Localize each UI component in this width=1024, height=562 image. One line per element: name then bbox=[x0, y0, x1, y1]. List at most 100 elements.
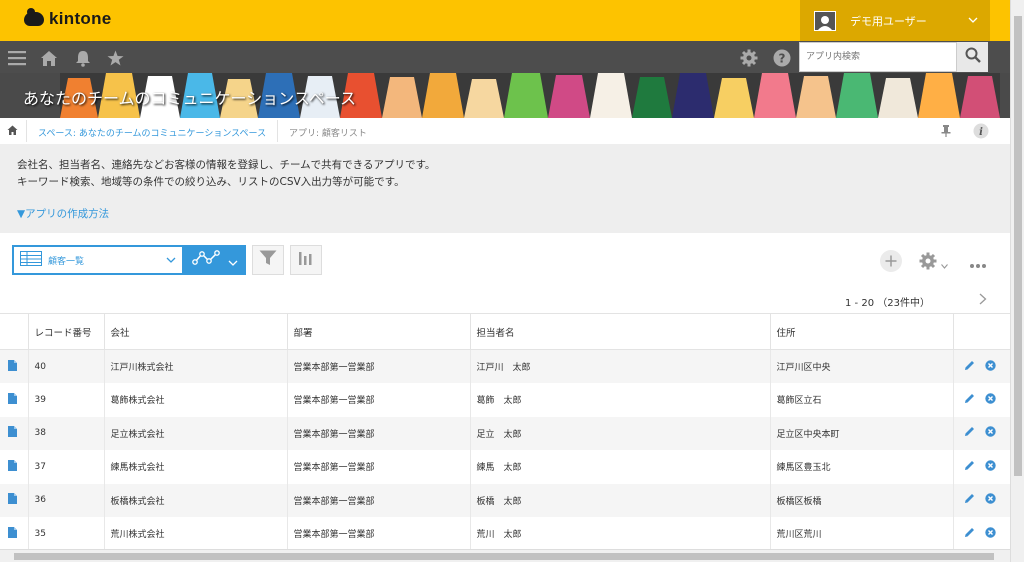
help-icon[interactable]: ? bbox=[771, 47, 793, 69]
table-row[interactable]: 35 荒川株式会社 営業本部第一営業部 荒川 太郎 荒川区荒川 bbox=[0, 517, 1010, 551]
column-header[interactable]: 部署 bbox=[287, 313, 471, 350]
info-icon[interactable]: i bbox=[973, 123, 989, 142]
edit-icon[interactable] bbox=[964, 527, 975, 541]
cell-address: 江戸川区中央 bbox=[770, 349, 954, 383]
cell-person: 足立 太郎 bbox=[470, 416, 771, 450]
chart-button[interactable] bbox=[290, 245, 322, 275]
breadcrumb-space[interactable]: スペース: あなたのチームのコミュニケーションスペース bbox=[38, 126, 266, 139]
cell-company: 江戸川株式会社 bbox=[104, 349, 288, 383]
scrollbar-thumb[interactable] bbox=[1014, 16, 1022, 476]
search-button[interactable] bbox=[957, 42, 988, 72]
edit-icon[interactable] bbox=[964, 393, 975, 407]
pin-icon[interactable] bbox=[941, 125, 951, 140]
record-link[interactable] bbox=[0, 416, 29, 450]
filter-icon bbox=[259, 250, 277, 270]
chevron-down-icon bbox=[166, 255, 176, 266]
chevron-down-icon bbox=[228, 251, 238, 270]
cell-address: 葛飾区立石 bbox=[770, 383, 954, 417]
table-row[interactable]: 36 板橋株式会社 営業本部第一営業部 板橋 太郎 板橋区板橋 bbox=[0, 483, 1010, 517]
kintone-logo[interactable]: kintone bbox=[24, 8, 112, 29]
svg-text:?: ? bbox=[779, 52, 786, 66]
column-header[interactable]: 会社 bbox=[104, 313, 288, 350]
logo-text: kintone bbox=[49, 9, 112, 28]
table-row[interactable]: 40 江戸川株式会社 営業本部第一営業部 江戸川 太郎 江戸川区中央 bbox=[0, 349, 1010, 383]
table-row[interactable]: 38 足立株式会社 営業本部第一営業部 足立 太郎 足立区中央本町 bbox=[0, 416, 1010, 450]
row-actions bbox=[953, 416, 1010, 450]
home-icon[interactable] bbox=[38, 47, 60, 69]
header-cell bbox=[953, 313, 1010, 350]
user-menu[interactable]: デモ用ユーザー bbox=[800, 0, 990, 41]
cell-dept: 営業本部第一営業部 bbox=[287, 450, 471, 484]
scrollbar-thumb[interactable] bbox=[14, 553, 994, 560]
edit-icon[interactable] bbox=[964, 460, 975, 474]
edit-icon[interactable] bbox=[964, 426, 975, 440]
cell-address: 板橋区板橋 bbox=[770, 483, 954, 517]
gear-icon[interactable] bbox=[738, 47, 760, 69]
record-link[interactable] bbox=[0, 517, 29, 551]
graph-selector[interactable] bbox=[184, 245, 246, 275]
add-record-button[interactable] bbox=[880, 250, 902, 272]
menu-icon[interactable] bbox=[6, 47, 28, 69]
column-header[interactable]: レコード番号 bbox=[28, 313, 105, 350]
delete-icon[interactable] bbox=[985, 393, 996, 407]
filter-button[interactable] bbox=[252, 245, 284, 275]
cell-dept: 営業本部第一営業部 bbox=[287, 416, 471, 450]
home-icon[interactable] bbox=[7, 125, 18, 139]
record-link[interactable] bbox=[0, 483, 29, 517]
bell-icon[interactable] bbox=[72, 47, 94, 69]
top-bar: kintone デモ用ユーザー bbox=[0, 0, 1010, 41]
delete-icon[interactable] bbox=[985, 460, 996, 474]
svg-text:i: i bbox=[979, 127, 983, 138]
cell-company: 練馬株式会社 bbox=[104, 450, 288, 484]
row-actions bbox=[953, 517, 1010, 551]
search-icon bbox=[965, 47, 981, 67]
table-view-icon bbox=[20, 250, 42, 270]
description-line: 会社名、担当者名、連絡先などお客様の情報を登録し、チームで共有できるアプリです。 bbox=[17, 159, 436, 171]
cell-id: 36 bbox=[28, 483, 105, 517]
vertical-scrollbar[interactable] bbox=[1010, 0, 1024, 562]
delete-icon[interactable] bbox=[985, 359, 996, 374]
row-actions bbox=[953, 349, 1010, 383]
gear-icon bbox=[919, 252, 937, 274]
column-header[interactable]: 担当者名 bbox=[470, 313, 771, 350]
table-header-row: レコード番号 会社 部署 担当者名 住所 bbox=[0, 313, 1010, 350]
search-input[interactable] bbox=[799, 42, 957, 72]
edit-icon[interactable] bbox=[964, 360, 975, 374]
record-link[interactable] bbox=[0, 349, 29, 383]
cell-person: 葛飾 太郎 bbox=[470, 383, 771, 417]
view-selector[interactable]: 顧客一覧 bbox=[12, 245, 184, 275]
bar-chart-icon bbox=[298, 250, 314, 270]
chevron-down-icon bbox=[941, 254, 948, 273]
star-icon[interactable] bbox=[104, 47, 126, 69]
view-selected: 顧客一覧 bbox=[48, 256, 85, 267]
next-page-button[interactable] bbox=[975, 290, 991, 308]
app-settings-button[interactable] bbox=[919, 252, 948, 274]
table-row[interactable]: 39 葛飾株式会社 営業本部第一営業部 葛飾 太郎 葛飾区立石 bbox=[0, 383, 1010, 417]
pagination-status: 1 - 20 （23件中） bbox=[845, 298, 930, 309]
logo-icon bbox=[24, 8, 44, 26]
horizontal-scrollbar[interactable] bbox=[0, 549, 1010, 562]
record-table: レコード番号 会社 部署 担当者名 住所 40 江戸川株式会社 営業本部第一営業部江… bbox=[0, 313, 1010, 551]
edit-icon[interactable] bbox=[964, 493, 975, 507]
cell-address: 練馬区豊玉北 bbox=[770, 450, 954, 484]
table-row[interactable]: 37 練馬株式会社 営業本部第一営業部 練馬 太郎 練馬区豊玉北 bbox=[0, 450, 1010, 484]
graph-icon bbox=[192, 250, 220, 270]
avatar bbox=[814, 10, 836, 31]
breadcrumb: スペース: あなたのチームのコミュニケーションスペース アプリ: 顧客リスト i bbox=[0, 118, 1010, 144]
chevron-down-icon bbox=[968, 15, 978, 26]
column-header[interactable]: 住所 bbox=[770, 313, 954, 350]
delete-icon[interactable] bbox=[985, 493, 996, 507]
row-actions bbox=[953, 383, 1010, 417]
row-actions bbox=[953, 483, 1010, 517]
cell-person: 板橋 太郎 bbox=[470, 483, 771, 517]
record-link[interactable] bbox=[0, 383, 29, 417]
how-to-create-link[interactable]: ▼アプリの作成方法 bbox=[17, 206, 109, 221]
record-link[interactable] bbox=[0, 450, 29, 484]
cell-dept: 営業本部第一営業部 bbox=[287, 483, 471, 517]
app-description: 会社名、担当者名、連絡先などお客様の情報を登録し、チームで共有できるアプリです。… bbox=[0, 144, 1010, 233]
delete-icon[interactable] bbox=[985, 527, 996, 541]
cell-address: 足立区中央本町 bbox=[770, 416, 954, 450]
delete-icon[interactable] bbox=[985, 426, 996, 440]
more-icon[interactable] bbox=[969, 256, 987, 275]
chevron-right-icon bbox=[979, 290, 987, 309]
